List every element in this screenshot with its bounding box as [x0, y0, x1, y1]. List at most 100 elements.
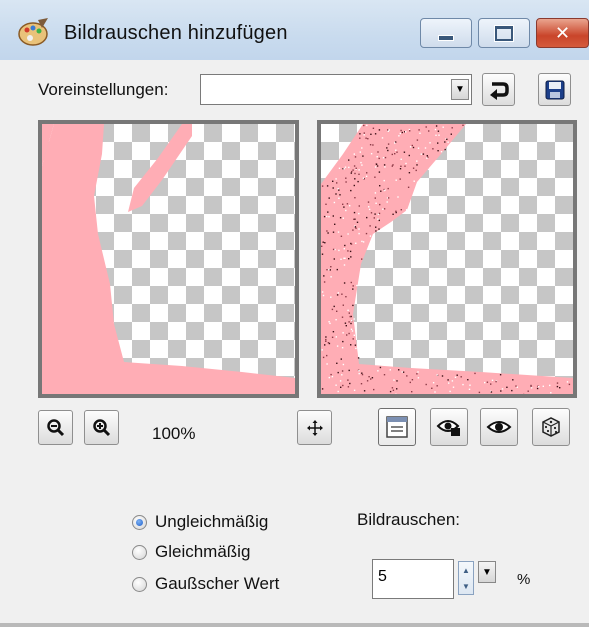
noise-dropdown-button[interactable]: ▼: [478, 561, 496, 583]
noise-speck: [328, 321, 330, 323]
noise-speck: [357, 357, 360, 359]
noise-speck: [337, 188, 339, 190]
noise-speck: [363, 134, 365, 136]
noise-speck: [438, 134, 440, 136]
save-preset-button[interactable]: [538, 73, 571, 106]
spin-up-icon[interactable]: ▲: [459, 562, 473, 578]
noise-speck: [399, 132, 401, 135]
minimize-button[interactable]: [420, 18, 472, 48]
noise-speck: [382, 208, 384, 210]
randomize-button[interactable]: [532, 408, 570, 446]
spin-down-icon[interactable]: ▼: [459, 578, 473, 594]
zoom-in-button[interactable]: [84, 410, 119, 445]
noise-speck: [350, 172, 352, 174]
noise-speck: [358, 205, 360, 207]
reset-preset-button[interactable]: [482, 73, 515, 106]
noise-speck: [436, 374, 438, 376]
chevron-down-icon[interactable]: ▼: [451, 79, 469, 100]
noise-speck: [347, 386, 350, 388]
noise-speck: [338, 197, 340, 199]
noise-speck: [353, 389, 356, 391]
noise-speck: [460, 376, 462, 378]
noise-speck: [436, 385, 438, 387]
radio-button[interactable]: [132, 576, 147, 592]
noise-speck: [389, 369, 391, 371]
noise-speck: [398, 135, 400, 137]
noise-speck: [444, 141, 446, 143]
noise-speck: [340, 235, 343, 237]
noise-speck: [374, 213, 376, 215]
preview-window-icon: [386, 416, 408, 438]
noise-spinner[interactable]: ▲ ▼: [458, 561, 474, 595]
noise-speck: [432, 382, 435, 384]
noise-speck: [366, 216, 368, 219]
noise-speck: [379, 366, 382, 369]
noise-speck: [427, 168, 430, 171]
noise-speck: [434, 391, 436, 393]
zoom-out-button[interactable]: [38, 410, 73, 445]
noise-speck: [398, 369, 400, 371]
noise-speck: [344, 244, 346, 247]
radio-uneven[interactable]: Ungleichmäßig: [132, 510, 268, 534]
noise-speck: [335, 193, 337, 195]
noise-speck: [337, 292, 339, 294]
noise-speck: [332, 180, 334, 182]
noise-speck: [530, 385, 532, 388]
result-preview[interactable]: [317, 120, 577, 398]
radio-button[interactable]: [132, 544, 147, 560]
noise-speck: [399, 178, 401, 180]
noise-speck: [322, 356, 325, 359]
noise-speck: [325, 340, 327, 342]
close-button[interactable]: ✕: [536, 18, 589, 48]
radio-even[interactable]: Gleichmäßig: [132, 540, 250, 564]
percent-unit: %: [517, 571, 531, 588]
proof-button[interactable]: [430, 408, 468, 446]
noise-speck: [366, 172, 368, 174]
noise-speck: [332, 331, 335, 333]
radio-button[interactable]: [132, 514, 147, 530]
noise-speck: [484, 381, 486, 384]
noise-speck: [351, 170, 353, 173]
noise-amount-input[interactable]: [376, 562, 456, 592]
noise-speck: [325, 203, 327, 205]
noise-speck: [351, 330, 354, 332]
noise-speck: [345, 177, 347, 179]
noise-speck: [339, 217, 342, 219]
noise-speck: [350, 344, 352, 346]
noise-speck: [374, 192, 377, 194]
noise-speck: [467, 379, 469, 381]
noise-speck: [370, 133, 372, 135]
noise-speck: [352, 169, 354, 171]
noise-speck: [350, 322, 352, 325]
noise-speck: [355, 227, 357, 229]
presets-dropdown[interactable]: ▼: [200, 74, 472, 105]
noise-speck: [416, 164, 418, 166]
title-bar[interactable]: Bildrauschen hinzufügen ✕: [0, 0, 589, 60]
noise-speck: [374, 197, 376, 199]
noise-speck: [345, 296, 347, 298]
noise-speck: [325, 215, 328, 218]
noise-speck: [334, 248, 336, 251]
noise-speck: [378, 228, 380, 230]
save-disk-icon: [545, 80, 564, 99]
zoom-level: 100%: [152, 424, 196, 443]
noise-speck: [396, 380, 398, 382]
pan-button[interactable]: [297, 410, 332, 445]
noise-speck: [332, 248, 335, 251]
noise-speck: [321, 388, 324, 390]
noise-speck: [358, 169, 360, 171]
auto-proof-button[interactable]: [480, 408, 518, 446]
noise-speck: [474, 372, 476, 375]
noise-speck: [394, 142, 396, 144]
original-preview[interactable]: [38, 120, 299, 398]
noise-amount-field[interactable]: [372, 559, 456, 599]
maximize-button[interactable]: [478, 18, 530, 48]
noise-speck: [395, 149, 397, 151]
noise-speck: [449, 390, 451, 393]
noise-speck: [363, 390, 366, 392]
radio-gaussian[interactable]: Gaußscher Wert: [132, 572, 279, 596]
presets-input[interactable]: [202, 76, 446, 105]
toggle-preview-button[interactable]: [378, 408, 416, 446]
noise-speck: [416, 139, 419, 141]
noise-speck: [374, 133, 377, 135]
